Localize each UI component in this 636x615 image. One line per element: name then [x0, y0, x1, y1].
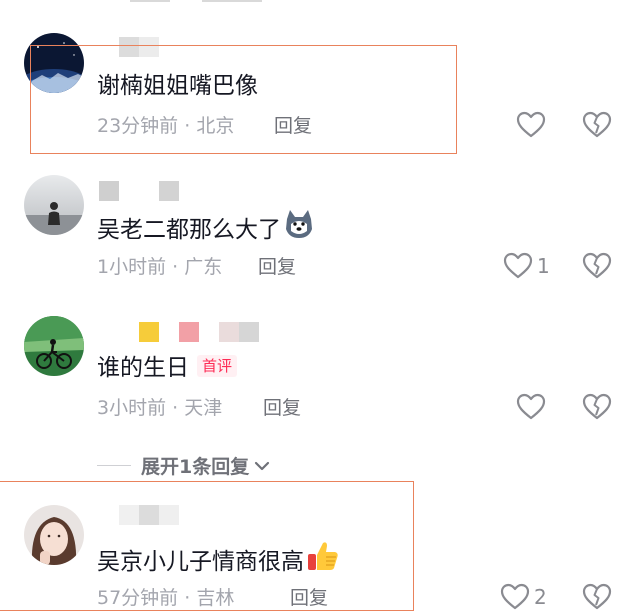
- comment-location: 天津: [184, 397, 223, 419]
- expand-replies-button[interactable]: 展开1条回复: [97, 452, 271, 479]
- like-button[interactable]: [516, 393, 550, 421]
- broken-heart-icon: [582, 393, 612, 420]
- broken-heart-icon: [582, 252, 612, 279]
- comment-text-content: 吴老二都那么大了: [97, 217, 281, 243]
- divider-line: [97, 465, 131, 466]
- dislike-button[interactable]: [582, 583, 612, 615]
- expand-replies-label: 展开1条回复: [141, 456, 250, 478]
- heart-outline-icon: [500, 583, 530, 610]
- comment-text-content: 谁的生日: [97, 355, 189, 381]
- comment-text: 吴老二都那么大了: [97, 209, 315, 250]
- reply-button[interactable]: 回复: [263, 395, 301, 421]
- dislike-button[interactable]: [582, 252, 612, 284]
- like-count: 1: [537, 254, 550, 278]
- meta-separator: ·: [172, 397, 179, 419]
- like-count: 2: [534, 585, 547, 609]
- comment-time: 3小时前: [97, 397, 167, 419]
- dislike-button[interactable]: [582, 111, 612, 143]
- broken-heart-icon: [582, 583, 612, 610]
- comment-time: 1小时前: [97, 256, 167, 278]
- comment-meta: 3小时前 · 天津: [97, 395, 222, 421]
- like-button[interactable]: [516, 111, 550, 139]
- like-button[interactable]: 1: [503, 252, 550, 280]
- comment-meta: 1小时前 · 广东: [97, 254, 222, 280]
- heart-outline-icon: [516, 111, 546, 138]
- avatar[interactable]: [24, 175, 84, 235]
- meta-separator: ·: [172, 256, 179, 278]
- heart-outline-icon: [503, 252, 533, 279]
- avatar[interactable]: [24, 316, 84, 376]
- dislike-button[interactable]: [582, 393, 612, 425]
- broken-heart-icon: [582, 111, 612, 138]
- highlight-box: [30, 45, 457, 154]
- comment-location: 广东: [184, 256, 223, 278]
- first-comment-badge: 首评: [197, 354, 238, 377]
- comment-text: 谁的生日 首评: [97, 352, 238, 384]
- reply-button[interactable]: 回复: [258, 254, 296, 280]
- previous-comment-clipped: [130, 0, 280, 4]
- chevron-down-icon: [255, 461, 270, 470]
- highlight-box: [0, 481, 414, 611]
- heart-outline-icon: [516, 393, 546, 420]
- husky-emoji: [283, 209, 315, 248]
- like-button[interactable]: 2: [500, 583, 547, 611]
